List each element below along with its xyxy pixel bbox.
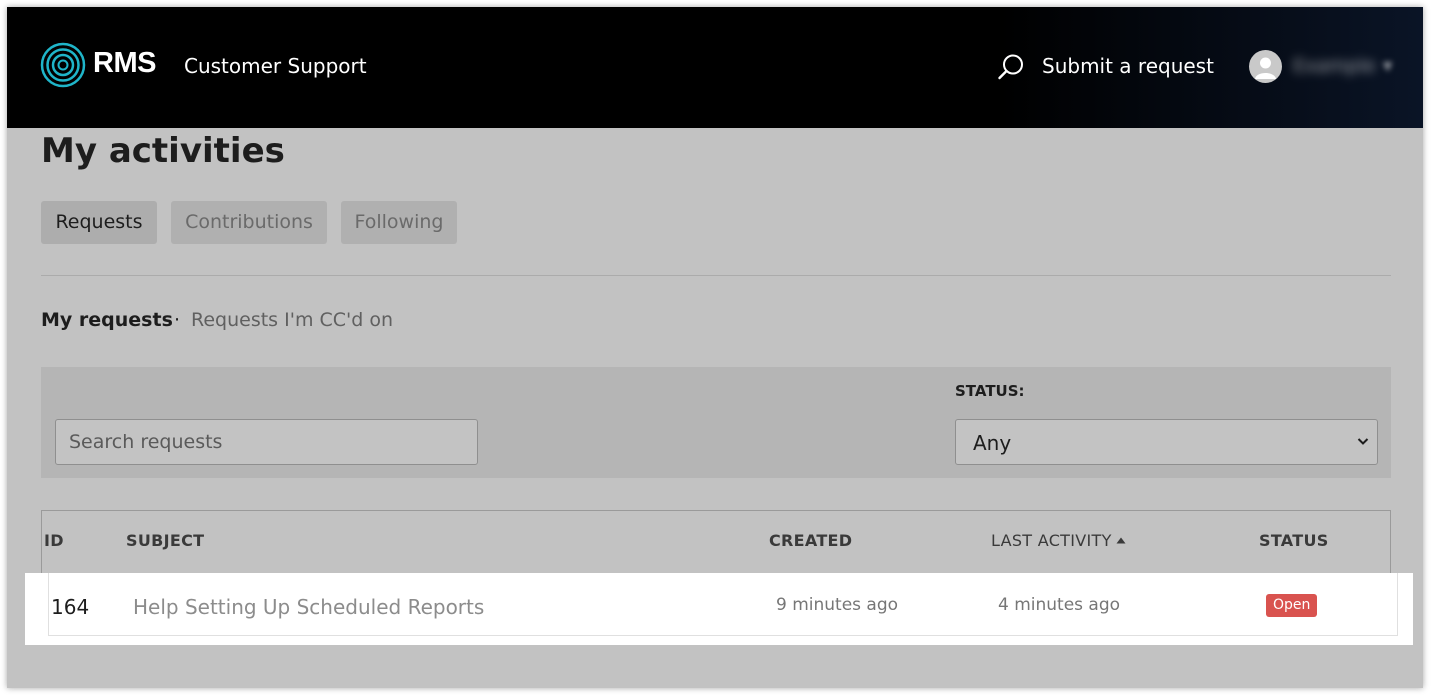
- filter-panel: STATUS: Any: [41, 367, 1391, 478]
- subnav-separator: ·: [174, 309, 181, 331]
- search-input[interactable]: [55, 419, 478, 465]
- logo-text[interactable]: RMS: [93, 47, 156, 80]
- column-header-last-activity-label: LAST ACTIVITY: [991, 531, 1112, 550]
- request-subject-link[interactable]: Help Setting Up Scheduled Reports: [133, 595, 484, 619]
- request-last-activity: 4 minutes ago: [998, 595, 1121, 615]
- brand-subtitle[interactable]: Customer Support: [184, 54, 367, 78]
- user-avatar-icon: [1255, 57, 1276, 79]
- request-id: 164: [51, 595, 90, 619]
- rms-logo-icon[interactable]: [40, 42, 86, 88]
- status-select-value: Any: [973, 431, 1012, 455]
- column-header-id: ID: [44, 531, 64, 550]
- status-filter-label: STATUS:: [955, 382, 1025, 400]
- column-header-subject: SUBJECT: [126, 531, 205, 550]
- table-row[interactable]: 164 Help Setting Up Scheduled Reports 9 …: [48, 573, 1398, 636]
- column-header-created: CREATED: [769, 531, 853, 550]
- submit-request-link[interactable]: Submit a request: [1042, 54, 1214, 78]
- tab-following[interactable]: Following: [341, 201, 457, 244]
- status-badge: Open: [1266, 594, 1318, 617]
- subnav-cc-requests[interactable]: Requests I'm CC'd on: [191, 309, 393, 331]
- site-header: RMS Customer Support Submit a request Ex…: [7, 7, 1423, 128]
- chevron-down-icon: [1357, 438, 1369, 445]
- column-header-last-activity[interactable]: LAST ACTIVITY: [991, 531, 1126, 550]
- subnav-my-requests[interactable]: My requests: [41, 309, 173, 331]
- avatar[interactable]: [1249, 50, 1282, 83]
- tab-contributions[interactable]: Contributions: [171, 201, 327, 244]
- sort-ascending-icon[interactable]: [1116, 537, 1126, 544]
- divider: [41, 275, 1391, 276]
- search-icon[interactable]: [997, 53, 1025, 81]
- browser-frame: RMS Customer Support Submit a request Ex…: [7, 7, 1423, 688]
- page-title: My activities: [41, 131, 285, 171]
- user-name[interactable]: Example: [1293, 55, 1375, 77]
- status-select[interactable]: Any: [955, 419, 1378, 465]
- user-menu-caret-icon[interactable]: ▼: [1383, 59, 1392, 73]
- request-created: 9 minutes ago: [776, 595, 899, 615]
- column-header-status: STATUS: [1259, 531, 1329, 550]
- tab-requests[interactable]: Requests: [41, 201, 157, 244]
